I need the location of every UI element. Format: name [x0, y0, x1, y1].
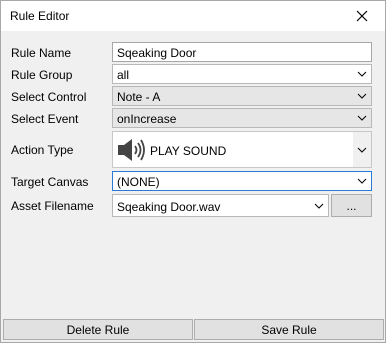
title-bar: Rule Editor	[1, 1, 385, 31]
action-type-value: PLAY SOUND	[150, 144, 227, 158]
window-title: Rule Editor	[10, 9, 70, 23]
action-type-label: Action Type	[11, 143, 74, 157]
delete-rule-label: Delete Rule	[66, 322, 130, 337]
rule-group-value: all	[117, 68, 130, 82]
save-rule-label: Save Rule	[261, 322, 317, 337]
rule-group-select[interactable]: all	[112, 64, 372, 84]
select-control-value: Note - A	[117, 90, 161, 104]
rule-name-label: Rule Name	[11, 46, 72, 60]
rule-name-input[interactable]: Sqeaking Door	[112, 42, 372, 62]
asset-filename-value: Sqeaking Door.wav	[117, 200, 221, 214]
close-icon	[356, 10, 368, 22]
target-canvas-value: (NONE)	[117, 175, 160, 189]
chevron-down-icon	[353, 132, 371, 167]
rule-group-label: Rule Group	[11, 68, 73, 82]
delete-rule-button[interactable]: Delete Rule	[3, 319, 193, 340]
asset-filename-select[interactable]: Sqeaking Door.wav	[112, 194, 329, 217]
close-button[interactable]	[339, 1, 385, 31]
browse-label: ...	[346, 198, 357, 213]
target-canvas-select[interactable]: (NONE)	[112, 171, 372, 191]
rule-editor-window: Rule Editor Rule Name Sqeaking Door Rule…	[0, 0, 386, 343]
target-canvas-label: Target Canvas	[11, 175, 89, 189]
select-event-select[interactable]: onIncrease	[112, 108, 372, 128]
save-rule-button[interactable]: Save Rule	[194, 319, 384, 340]
chevron-down-icon	[353, 172, 371, 190]
speaker-icon	[118, 139, 145, 161]
select-event-label: Select Event	[11, 112, 79, 126]
chevron-down-icon	[353, 109, 371, 127]
select-control-label: Select Control	[11, 90, 87, 104]
chevron-down-icon	[353, 65, 371, 83]
select-event-value: onIncrease	[117, 112, 177, 126]
rule-name-value: Sqeaking Door	[117, 46, 197, 60]
chevron-down-icon	[353, 87, 371, 105]
select-control-select[interactable]: Note - A	[112, 86, 372, 106]
browse-button[interactable]: ...	[331, 194, 372, 217]
asset-filename-label: Asset Filename	[11, 199, 94, 213]
chevron-down-icon	[310, 195, 328, 216]
action-type-select[interactable]: PLAY SOUND	[112, 131, 372, 168]
